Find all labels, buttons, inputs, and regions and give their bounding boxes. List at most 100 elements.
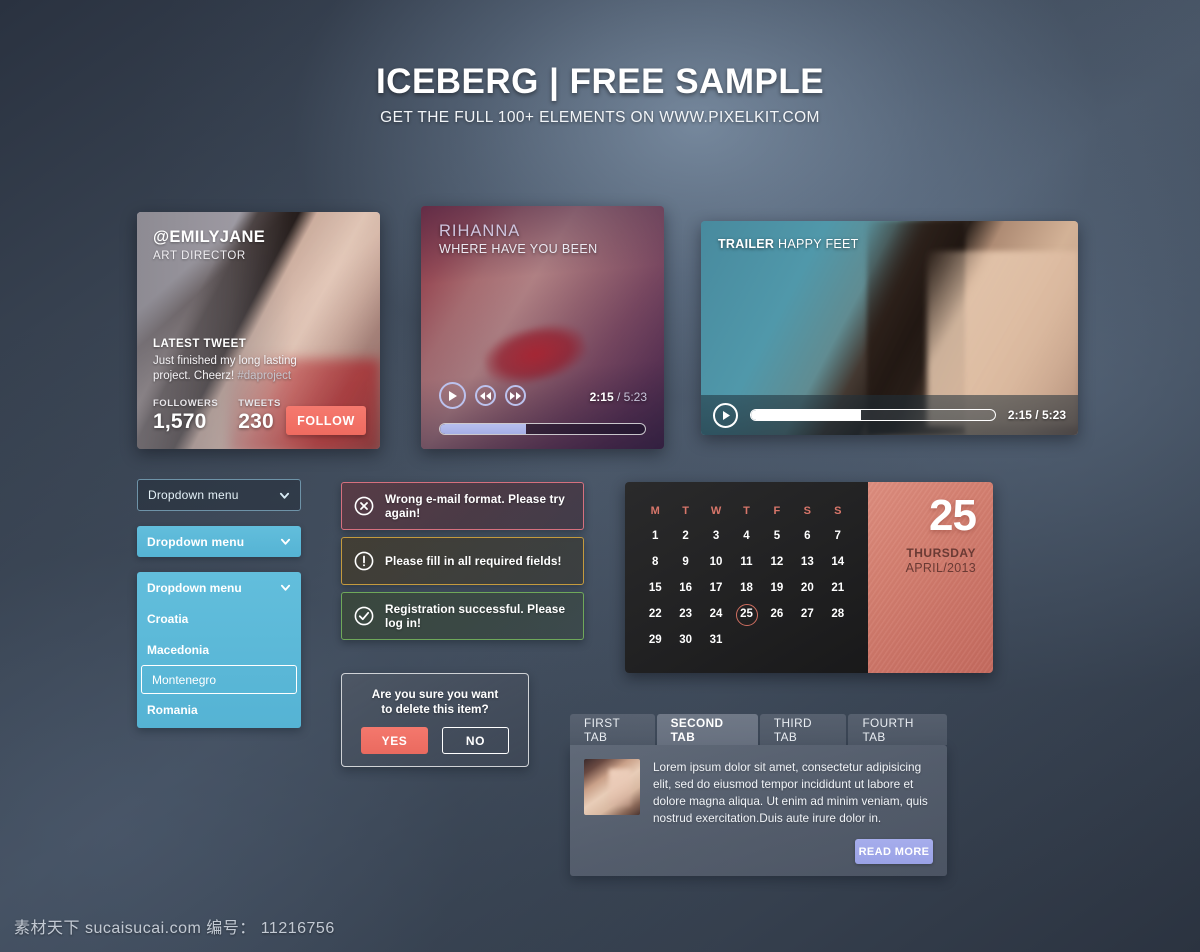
weekday-header-cell: M [650, 505, 660, 517]
dropdown-blue[interactable]: Dropdown menu [137, 526, 301, 557]
calendar-day-today[interactable]: 25 [731, 601, 761, 627]
calendar-day[interactable]: 10 [701, 549, 731, 575]
calendar-day[interactable]: 5 [762, 523, 792, 549]
calendar-day[interactable]: 3 [701, 523, 731, 549]
tab-first[interactable]: FIRST TAB [570, 714, 655, 745]
tab-fourth[interactable]: FOURTH TAB [848, 714, 947, 745]
calendar-day[interactable]: 4 [731, 523, 761, 549]
chevron-down-icon [280, 538, 291, 545]
calendar-panel-monthyear: APRIL/2013 [905, 561, 976, 575]
rewind-icon[interactable] [475, 385, 496, 406]
tab-panel-text: Lorem ipsum dolor sit amet, consectetur … [653, 760, 928, 825]
video-total-time: 5:23 [1041, 408, 1066, 422]
follow-button[interactable]: FOLLOW [286, 406, 366, 435]
dialog-message: Are you sure you want to delete this ite… [342, 674, 528, 716]
music-player-card: RIHANNA WHERE HAVE YOU BEEN 2:15 / 5:23 [421, 206, 664, 449]
fast-forward-icon[interactable] [505, 385, 526, 406]
dropdown-dark-label: Dropdown menu [148, 488, 239, 502]
tab-panel: Lorem ipsum dolor sit amet, consectetur … [570, 745, 947, 876]
dropdown-option[interactable]: Croatia [137, 603, 301, 634]
calendar-day[interactable]: 19 [762, 575, 792, 601]
calendar-day[interactable]: 13 [792, 549, 822, 575]
calendar-day[interactable]: 31 [701, 627, 731, 653]
tab-thumbnail-image [584, 759, 640, 815]
calendar-week-row: 29 30 31 [640, 627, 853, 653]
dropdown-open-toggle[interactable]: Dropdown menu [137, 572, 301, 603]
play-icon[interactable] [439, 382, 466, 409]
music-time-separator: / [613, 390, 624, 404]
profile-card: @EMILYJANE ART DIRECTOR LATEST TWEET Jus… [137, 212, 380, 449]
tabs-widget: FIRST TAB SECOND TAB THIRD TAB FOURTH TA… [570, 714, 947, 876]
music-artist: RIHANNA [439, 222, 521, 240]
chevron-down-icon [280, 584, 291, 591]
dropdown-option[interactable]: Romania [137, 694, 301, 725]
dropdown-open-label: Dropdown menu [147, 580, 242, 595]
calendar-day[interactable]: 7 [823, 523, 853, 549]
dialog-buttons: YES NO [342, 727, 528, 754]
calendar-day[interactable]: 28 [823, 601, 853, 627]
alert-warning-message: Please fill in all required fields! [385, 554, 562, 568]
calendar-panel-weekday: THURSDAY [906, 546, 976, 560]
video-player-card: TRAILER HAPPY FEET 2:15 / 5:23 [701, 221, 1078, 435]
tweet-hashtag[interactable]: #daproject [237, 370, 291, 382]
dropdown-dark[interactable]: Dropdown menu [137, 479, 301, 511]
music-current-time: 2:15 [589, 390, 614, 404]
alert-success-message: Registration successful. Please log in! [385, 602, 566, 630]
play-icon[interactable] [713, 402, 738, 428]
calendar-day-empty [731, 627, 761, 653]
calendar-day[interactable]: 9 [670, 549, 700, 575]
tab-panel-content: Lorem ipsum dolor sit amet, consectetur … [584, 759, 933, 827]
calendar-day[interactable]: 22 [640, 601, 670, 627]
calendar-day[interactable]: 27 [792, 601, 822, 627]
dropdown-option-selected[interactable]: Montenegro [141, 665, 297, 694]
tabs-row: FIRST TAB SECOND TAB THIRD TAB FOURTH TA… [570, 714, 947, 745]
page-root: ICEBERG | FREE SAMPLE GET THE FULL 100+ … [0, 0, 1200, 952]
calendar-day-empty [792, 627, 822, 653]
calendar-day[interactable]: 2 [670, 523, 700, 549]
dropdown-option[interactable]: Macedonia [137, 634, 301, 665]
weekday-header-cell: F [773, 505, 781, 517]
calendar-day[interactable]: 1 [640, 523, 670, 549]
tab-third[interactable]: THIRD TAB [759, 714, 847, 745]
calendar-day[interactable]: 24 [701, 601, 731, 627]
calendar-day[interactable]: 18 [731, 575, 761, 601]
music-progress-bar[interactable] [439, 423, 646, 435]
calendar-day[interactable]: 26 [762, 601, 792, 627]
latest-tweet-label: LATEST TWEET [153, 338, 247, 350]
weekday-header-cell: W [710, 505, 722, 517]
calendar-week-row: 1 2 3 4 5 6 7 [640, 523, 853, 549]
calendar-day[interactable]: 12 [762, 549, 792, 575]
calendar-grid: M T W T F S S 1 2 3 4 5 6 7 8 9 10 11 12… [625, 482, 868, 673]
tab-second[interactable]: SECOND TAB [656, 714, 758, 745]
calendar-week-row: 8 9 10 11 12 13 14 [640, 549, 853, 575]
weekday-header-cell: S [803, 505, 811, 517]
calendar-day[interactable]: 8 [640, 549, 670, 575]
video-time-display: 2:15 / 5:23 [1008, 408, 1066, 422]
followers-value: 1,570 [153, 410, 207, 433]
music-time-display: 2:15 / 5:23 [590, 390, 647, 404]
music-total-time: 5:23 [623, 390, 647, 404]
read-more-button[interactable]: READ MORE [855, 839, 933, 864]
calendar-day[interactable]: 30 [670, 627, 700, 653]
calendar-day[interactable]: 29 [640, 627, 670, 653]
video-time-separator: / [1031, 408, 1042, 422]
calendar-day[interactable]: 21 [823, 575, 853, 601]
calendar-day[interactable]: 15 [640, 575, 670, 601]
dropdown-open: Dropdown menu Croatia Macedonia Monteneg… [137, 572, 301, 728]
calendar-day[interactable]: 14 [823, 549, 853, 575]
alert-warning: Please fill in all required fields! [341, 537, 584, 585]
calendar-day[interactable]: 17 [701, 575, 731, 601]
watermark: 素材天下 sucaisucai.com 编号： 11216756 [14, 920, 335, 937]
video-name: HAPPY FEET [778, 237, 859, 251]
confirm-yes-button[interactable]: YES [361, 727, 428, 754]
calendar-day[interactable]: 11 [731, 549, 761, 575]
alert-error: Wrong e-mail format. Please try again! [341, 482, 584, 530]
calendar-day[interactable]: 16 [670, 575, 700, 601]
video-progress-bar[interactable] [750, 409, 996, 421]
calendar-day[interactable]: 23 [670, 601, 700, 627]
confirm-no-button[interactable]: NO [442, 727, 509, 754]
calendar-day-empty [823, 627, 853, 653]
calendar-day[interactable]: 6 [792, 523, 822, 549]
music-controls [439, 382, 526, 409]
calendar-day[interactable]: 20 [792, 575, 822, 601]
